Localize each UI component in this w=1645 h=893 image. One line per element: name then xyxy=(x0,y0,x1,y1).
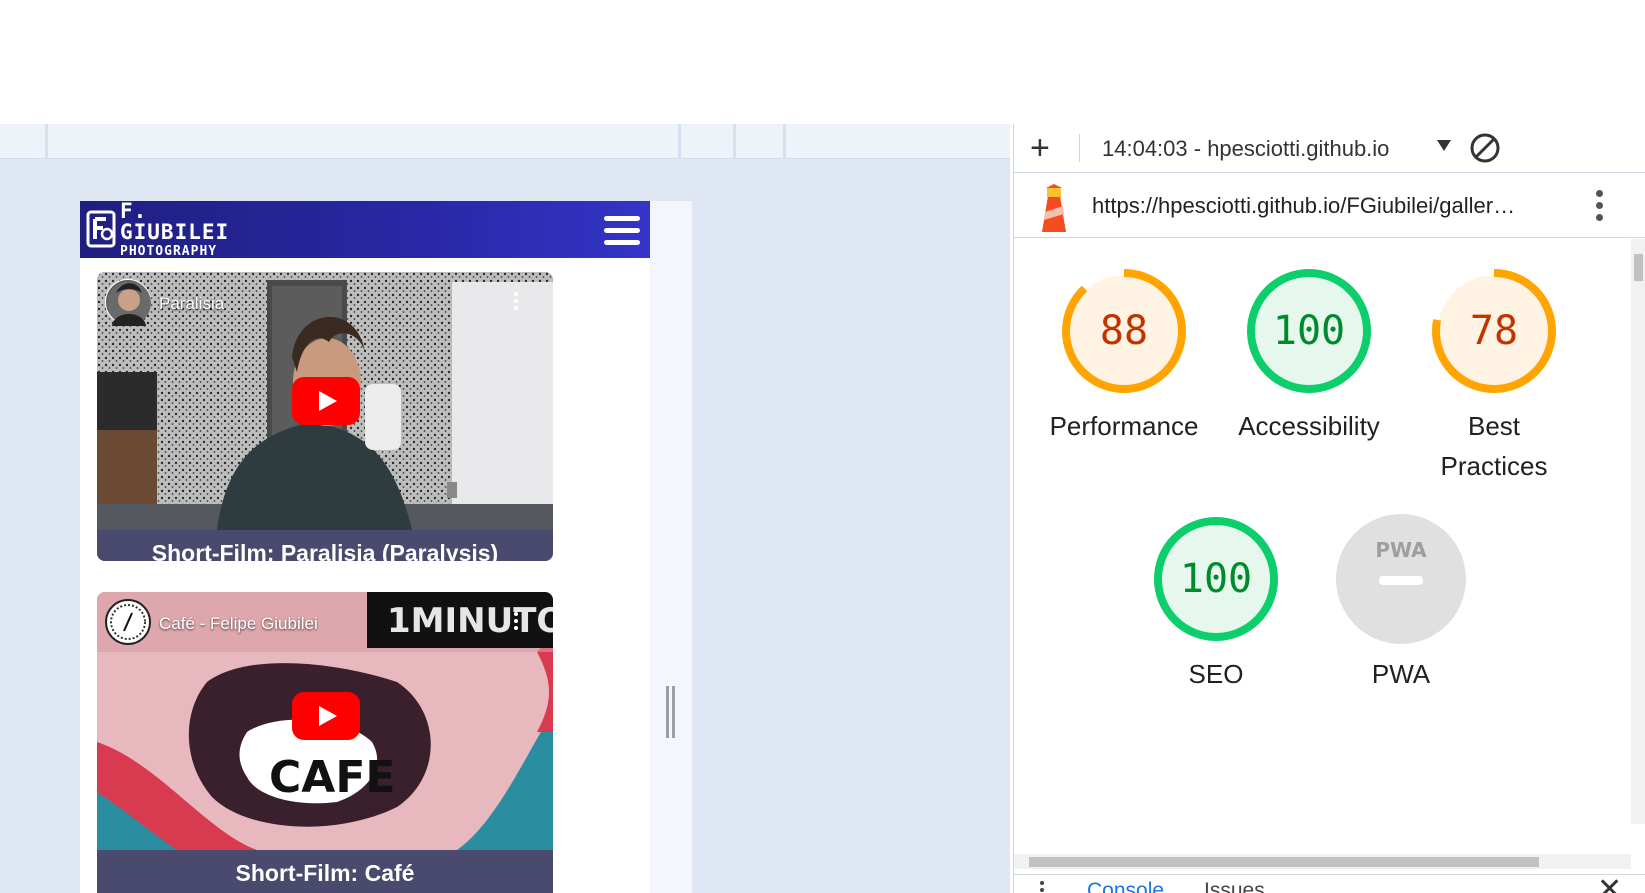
horizontal-scrollbar[interactable] xyxy=(1014,854,1631,869)
device-viewport-area: F. GIUBILEI PHOTOGRAPHY Paralisia Short-… xyxy=(0,124,1010,893)
gauge-label: PWA xyxy=(1371,659,1431,689)
score-value: 100 xyxy=(1179,556,1253,602)
close-drawer-icon[interactable]: ✕ xyxy=(1597,875,1622,893)
vertical-scrollbar[interactable] xyxy=(1631,239,1645,824)
site-navbar: F. GIUBILEI PHOTOGRAPHY xyxy=(80,200,650,258)
video-more-icon[interactable] xyxy=(514,612,519,632)
video-card[interactable]: 1MINUTO CAFE Café - Felipe Giubilei Shor… xyxy=(97,592,553,893)
video-channel-title[interactable]: Paralisia xyxy=(159,294,224,314)
video-more-icon[interactable] xyxy=(514,292,519,312)
devtools-lighthouse-panel: + 14:04:03 - hpesciotti.github.io https:… xyxy=(1013,124,1645,893)
gauge-best-practices[interactable]: 78 xyxy=(1429,266,1559,396)
gauge-label: Best Practices xyxy=(1384,406,1604,486)
channel-avatar[interactable] xyxy=(105,279,151,326)
lighthouse-toolbar: + 14:04:03 - hpesciotti.github.io xyxy=(1014,124,1645,173)
video-thumbnail[interactable]: 1MINUTO CAFE Café - Felipe Giubilei xyxy=(97,592,553,850)
video-card[interactable]: Paralisia Short-Film: Paralisia (Paralys… xyxy=(97,272,553,561)
report-url-bar: https://hpesciotti.github.io/FGiubilei/g… xyxy=(1014,174,1645,238)
pwa-badge-text: PWA xyxy=(1375,538,1427,562)
gauge-pwa[interactable]: PWA xyxy=(1336,514,1466,644)
logo-subtitle: PHOTOGRAPHY xyxy=(120,243,218,259)
video-thumbnail[interactable]: Paralisia xyxy=(97,272,553,530)
ruler-tick xyxy=(678,124,681,159)
video-caption: Short-Film: Café xyxy=(97,850,553,893)
video-poster-text: CAFE xyxy=(269,752,395,803)
channel-avatar[interactable] xyxy=(105,599,151,645)
youtube-play-button[interactable] xyxy=(292,692,360,740)
gauge-performance[interactable]: 88 xyxy=(1059,266,1189,396)
score-value: 100 xyxy=(1272,308,1346,354)
hamburger-menu-icon[interactable] xyxy=(604,216,640,246)
devtools-drawer-tabs: Console Issues ✕ xyxy=(1014,874,1645,893)
device-toolbar-ruler xyxy=(0,124,1010,159)
score-value: 88 xyxy=(1099,308,1149,354)
lighthouse-logo-icon xyxy=(1036,184,1072,232)
gauge-accessibility[interactable]: 100 xyxy=(1244,266,1374,396)
ruler-tick xyxy=(783,124,786,159)
drawer-more-icon[interactable] xyxy=(1040,881,1045,893)
tab-issues[interactable]: Issues xyxy=(1204,879,1265,893)
camera-logo-icon xyxy=(86,209,116,249)
video-badge-text: 1MINUTO xyxy=(387,601,553,641)
new-report-button[interactable]: + xyxy=(1030,131,1050,165)
more-options-icon[interactable] xyxy=(1596,190,1604,224)
gauge-seo[interactable]: 100 xyxy=(1151,514,1281,644)
toolbar-separator xyxy=(1079,134,1080,162)
score-value: 78 xyxy=(1469,308,1519,354)
resize-handle[interactable] xyxy=(666,686,678,738)
tab-console[interactable]: Console xyxy=(1087,879,1164,893)
scores-section: 88 Performance 100 Accessibility 78 Best… xyxy=(1014,239,1631,889)
report-url: https://hpesciotti.github.io/FGiubilei/g… xyxy=(1092,193,1516,218)
youtube-play-button[interactable] xyxy=(292,377,360,425)
ruler-tick xyxy=(733,124,736,159)
video-caption: Short-Film: Paralisia (Paralysis) xyxy=(97,530,553,561)
clear-block-icon[interactable] xyxy=(1469,132,1501,164)
site-logo[interactable]: F. GIUBILEI PHOTOGRAPHY xyxy=(86,200,256,258)
report-selector[interactable]: 14:04:03 - hpesciotti.github.io xyxy=(1102,136,1389,162)
ruler-tick xyxy=(45,124,48,159)
logo-name: F. GIUBILEI xyxy=(120,198,230,244)
dropdown-caret-icon[interactable] xyxy=(1437,140,1451,151)
device-frame: F. GIUBILEI PHOTOGRAPHY Paralisia Short-… xyxy=(80,200,692,893)
website-page[interactable]: F. GIUBILEI PHOTOGRAPHY Paralisia Short-… xyxy=(80,200,650,893)
video-channel-title[interactable]: Café - Felipe Giubilei xyxy=(159,614,318,634)
gauge-label-text: Best Practices xyxy=(1440,411,1548,481)
